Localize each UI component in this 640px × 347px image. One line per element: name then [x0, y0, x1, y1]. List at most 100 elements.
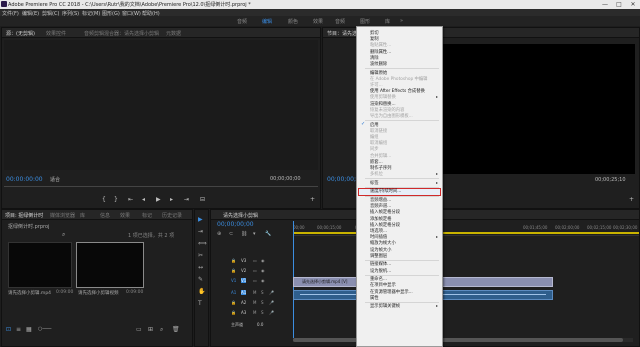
project-thumbnail-selected[interactable] [76, 242, 144, 288]
goto-out-icon[interactable]: ⇥ [184, 196, 189, 203]
workspace-tab[interactable]: 音频 [237, 18, 247, 25]
workspace-tab[interactable]: 图形 [360, 18, 370, 25]
track-label[interactable]: A1 [241, 290, 247, 295]
workspace-tab[interactable]: 颜色 [288, 18, 298, 25]
goto-in-icon[interactable]: ⇤ [128, 196, 133, 203]
track-label[interactable]: A3 [241, 310, 246, 315]
close-button[interactable]: ✕ [626, 0, 640, 9]
context-menu-item[interactable]: 清除 [370, 55, 379, 61]
source-patch-a1[interactable]: A1 [231, 290, 236, 295]
lock-icon[interactable]: 🔒 [231, 310, 236, 315]
ripple-edit-tool-icon[interactable]: ⟺ [198, 240, 207, 247]
razor-tool-icon[interactable]: ✂ [198, 252, 203, 259]
tab-effects[interactable]: 效果 [120, 212, 130, 219]
context-menu-item[interactable]: 启用 [370, 122, 379, 128]
tab-source[interactable]: 源：(无剪辑) [6, 30, 35, 37]
linked-select-icon[interactable]: ⛓ [241, 231, 247, 237]
maximize-button[interactable]: □ [612, 0, 626, 9]
tab-markers[interactable]: 标记 [142, 212, 152, 219]
project-item-name[interactable]: 请先选择小剪辑.mp4 [8, 290, 51, 296]
context-menu-item[interactable]: 链接媒体... [370, 261, 391, 267]
track-select-tool-icon[interactable]: ⇥ [198, 228, 203, 235]
mic-icon[interactable]: 🎤 [269, 300, 274, 305]
work-area-bar[interactable] [293, 232, 639, 234]
source-fit-select[interactable]: 适合 [50, 176, 60, 183]
timeline-scrollbar[interactable] [293, 338, 633, 342]
sync-lock-icon[interactable]: ▭ [253, 268, 257, 273]
tab-libraries[interactable]: 库 [80, 212, 85, 219]
timeline-timecode[interactable]: 00;00;00;00 [217, 221, 254, 228]
context-menu-item[interactable]: 时间插值 [370, 234, 387, 240]
source-timecode[interactable]: 00:00:00:00 [6, 176, 43, 183]
solo-button[interactable]: S [261, 310, 264, 315]
context-menu-item[interactable]: 标签 [370, 180, 379, 186]
tab-audio-clip-mixer[interactable]: 音频剪辑混合器：请先选择小剪辑 [84, 30, 159, 37]
mark-out-icon[interactable]: } [114, 196, 118, 203]
workspace-tab-active[interactable]: 编辑 [262, 18, 272, 25]
new-bin-icon[interactable]: ▭ [136, 326, 142, 333]
insert-icon[interactable]: ⊟ [200, 196, 205, 203]
context-menu-item[interactable]: 使用 After Effects 合成替换 [370, 88, 425, 94]
tab-sequence[interactable]: 请先选择小剪辑 [223, 212, 258, 219]
workspace-tab[interactable]: 效果 [313, 18, 323, 25]
add-marker-icon[interactable]: ▾ [253, 231, 256, 237]
context-menu-item[interactable]: 音频声道... [370, 203, 391, 209]
context-menu-item[interactable]: 重命名... [370, 276, 387, 282]
lock-icon[interactable]: 🔒 [231, 300, 236, 305]
context-menu-item[interactable]: 添加帧定格 [370, 216, 391, 222]
step-forward-icon[interactable]: ▸ [170, 196, 173, 203]
solo-button[interactable]: S [261, 290, 264, 295]
search-icon[interactable]: ⌕ [62, 231, 65, 239]
context-menu-item[interactable]: 设为脱机... [370, 268, 391, 274]
hand-tool-icon[interactable]: ✋ [198, 288, 205, 295]
context-menu-item[interactable]: 插入帧定格分段 [370, 209, 400, 215]
track-label[interactable]: A2 [241, 300, 246, 305]
selection-tool-icon[interactable]: ▶ [198, 216, 203, 223]
source-patch-v1[interactable]: V1 [231, 278, 236, 283]
find-icon[interactable]: ⌕ [160, 326, 163, 334]
lock-icon[interactable]: 🔒 [231, 268, 236, 273]
context-menu-item[interactable]: 速度/持续时间... [370, 188, 401, 194]
workspace-more[interactable]: » [400, 18, 403, 24]
tab-history[interactable]: 历史记录 [162, 212, 182, 219]
add-button-icon[interactable]: + [310, 196, 315, 203]
workspace-tab[interactable]: 库 [385, 18, 390, 25]
master-volume[interactable]: 0.0 [257, 322, 263, 327]
lock-icon[interactable]: 🔒 [231, 258, 236, 263]
context-menu-item[interactable]: 插入帧定格分段 [370, 222, 400, 228]
scrollbar-thumb[interactable] [293, 338, 623, 342]
trash-icon[interactable]: 🗑 [172, 326, 180, 333]
mute-button[interactable]: M [253, 300, 256, 305]
track-label[interactable]: V3 [241, 258, 246, 263]
context-menu-item[interactable]: 设为帧大小 [370, 247, 391, 253]
sync-lock-icon[interactable]: ▭ [253, 278, 257, 283]
project-item-name[interactable]: 请先选择小剪辑视频 [78, 290, 119, 296]
minimize-button[interactable]: — [598, 0, 612, 9]
new-item-icon[interactable]: ⊞ [148, 326, 153, 333]
context-menu-item[interactable]: 在项目中显示 [370, 282, 396, 288]
context-menu-item[interactable]: 属性 [370, 295, 379, 301]
track-label[interactable]: V2 [241, 268, 246, 273]
tab-project[interactable]: 项目: 抠绿倒计时 [5, 212, 43, 219]
context-menu-item[interactable]: 删除属性... [370, 49, 391, 55]
type-tool-icon[interactable]: T [198, 300, 202, 307]
track-label[interactable]: V1 [241, 278, 247, 283]
list-view-icon[interactable]: ≡ [16, 326, 21, 333]
slip-tool-icon[interactable]: ↔ [198, 264, 203, 271]
context-menu-item[interactable]: 显示剪辑关键帧 [370, 303, 400, 309]
context-menu-item[interactable]: 复制 [370, 36, 379, 42]
lock-icon[interactable]: ⊡ [6, 326, 11, 333]
mute-button[interactable]: M [253, 310, 256, 315]
project-thumbnail[interactable] [8, 242, 72, 288]
context-menu-item[interactable]: 调整图层 [370, 253, 387, 259]
snap-icon[interactable]: ⊂ [229, 231, 233, 237]
step-back-icon[interactable]: ◂ [142, 196, 145, 203]
source-ruler[interactable] [4, 186, 318, 190]
context-menu-item[interactable]: 场选项... [370, 228, 387, 234]
tab-metadata[interactable]: 元数据 [166, 30, 181, 37]
context-menu-item[interactable]: 渲染和替换... [370, 101, 396, 107]
pen-tool-icon[interactable]: ✎ [198, 276, 203, 283]
timeline-ruler[interactable]: 00;00 00;00;15;00 00;00;30;00 00;00;45;0… [293, 221, 639, 236]
context-menu-item[interactable]: 编辑原始 [370, 70, 387, 76]
tab-media-browser[interactable]: 媒体浏览器 [50, 212, 75, 219]
